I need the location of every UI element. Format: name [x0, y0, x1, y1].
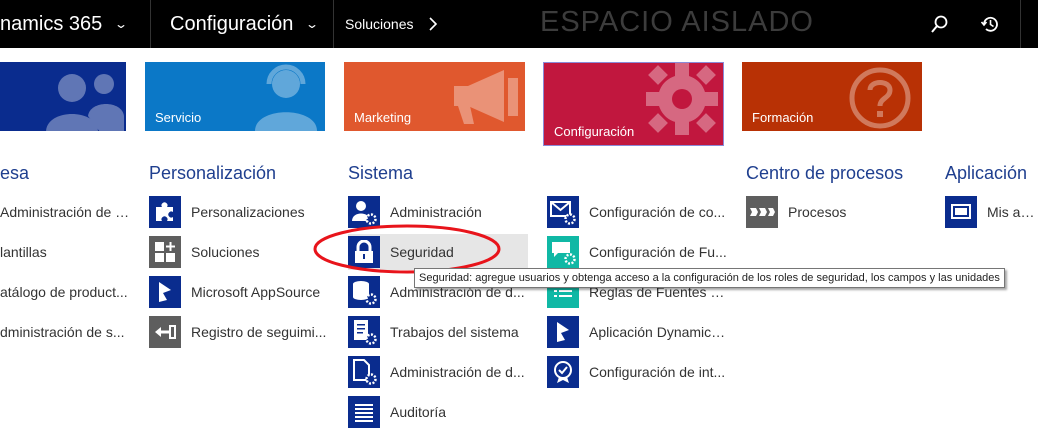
menu-item-procesos[interactable]: Procesos	[746, 194, 926, 230]
history-icon[interactable]	[976, 10, 1004, 38]
chevron-down-icon: ⌄	[114, 17, 129, 31]
divider	[333, 0, 334, 48]
tile-marketing[interactable]: Marketing	[344, 62, 525, 131]
tile-label: Configuración	[554, 124, 635, 139]
tile-label: Marketing	[354, 110, 412, 125]
apps-window-icon	[945, 196, 977, 228]
tile-people[interactable]	[0, 62, 126, 131]
menu-item-plantillas[interactable]: lantillas	[0, 234, 132, 270]
trace-log-icon	[149, 316, 181, 348]
chevron-right-icon[interactable]	[428, 0, 438, 48]
app-switcher[interactable]: namics 365 ⌄	[0, 0, 129, 48]
people-icon	[38, 66, 124, 131]
menu-item-registro-seguimiento[interactable]: Registro de seguimi...	[149, 314, 329, 350]
database-gear-icon	[348, 276, 380, 308]
menu-item-appsource[interactable]: Microsoft AppSource	[149, 274, 329, 310]
menu-item-administracion-empresa[interactable]: Administración de e...	[0, 194, 132, 230]
section-title-aplicaciones: Aplicación	[945, 163, 1028, 183]
feed-settings-icon	[547, 236, 579, 268]
menu-item-administracion-documentos[interactable]: Administración de d...	[348, 354, 528, 390]
section-title-sistema: Sistema	[348, 163, 414, 183]
menu-item-auditoria[interactable]: Auditoría	[348, 394, 528, 430]
breadcrumb[interactable]: Soluciones	[345, 0, 414, 48]
section-title-personalizacion: Personalización	[149, 163, 277, 183]
menu-item-administracion-servicio[interactable]: dministración de s...	[0, 314, 132, 350]
mail-gear-icon	[547, 196, 579, 228]
dynamics-logo-icon	[149, 276, 181, 308]
headset-person-icon	[251, 62, 321, 131]
seguridad-tooltip: Seguridad: agregue usuarios y obtenga ac…	[414, 268, 1005, 288]
area-switcher[interactable]: Configuración ⌄	[170, 0, 320, 48]
chevron-down-icon: ⌄	[305, 17, 320, 31]
app-title: namics 365	[0, 12, 103, 35]
top-navigation-bar: namics 365 ⌄ Configuración ⌄ Soluciones …	[0, 0, 1038, 48]
tile-configuracion[interactable]: Configuración	[543, 62, 724, 146]
process-flow-icon	[746, 196, 778, 228]
menu-item-aplicacion-dynamics[interactable]: Aplicación Dynamics...	[547, 314, 729, 350]
file-gear-icon	[348, 356, 380, 388]
menu-item-configuracion-integracion[interactable]: Configuración de int...	[547, 354, 729, 390]
menu-item-configuracion-correo[interactable]: Configuración de co...	[547, 194, 729, 230]
menu-item-trabajos-sistema[interactable]: Trabajos del sistema	[348, 314, 528, 350]
dynamics-logo-icon	[547, 316, 579, 348]
solutions-grid-icon	[149, 236, 181, 268]
tile-label: Servicio	[155, 110, 202, 125]
search-icon[interactable]	[926, 10, 954, 38]
divider	[150, 0, 151, 48]
puzzle-icon	[149, 196, 181, 228]
badge-check-icon	[547, 356, 579, 388]
tile-servicio[interactable]: Servicio	[145, 62, 325, 131]
menu-item-soluciones[interactable]: Soluciones	[149, 234, 329, 270]
menu-item-catalogo-productos[interactable]: atálogo de product...	[0, 274, 132, 310]
audit-list-icon	[348, 396, 380, 428]
gear-icon	[642, 63, 722, 144]
tile-label: Formación	[752, 110, 814, 125]
menu-item-configuracion-fuentes[interactable]: Configuración de Fu...	[547, 234, 729, 270]
area-title: Configuración	[170, 12, 294, 35]
divider	[1020, 0, 1021, 48]
sandbox-label: ESPACIO AISLADO	[540, 5, 814, 38]
help-icon	[848, 66, 912, 131]
document-gear-icon	[348, 316, 380, 348]
tile-formacion[interactable]: Formación	[742, 62, 922, 131]
megaphone-icon	[448, 68, 522, 131]
section-title-centro-procesos: Centro de procesos	[746, 163, 904, 183]
section-title-empresa: esa	[0, 163, 30, 183]
menu-item-personalizaciones[interactable]: Personalizaciones	[149, 194, 329, 230]
menu-item-mis-aplicaciones[interactable]: Mis aplic	[945, 194, 1038, 230]
